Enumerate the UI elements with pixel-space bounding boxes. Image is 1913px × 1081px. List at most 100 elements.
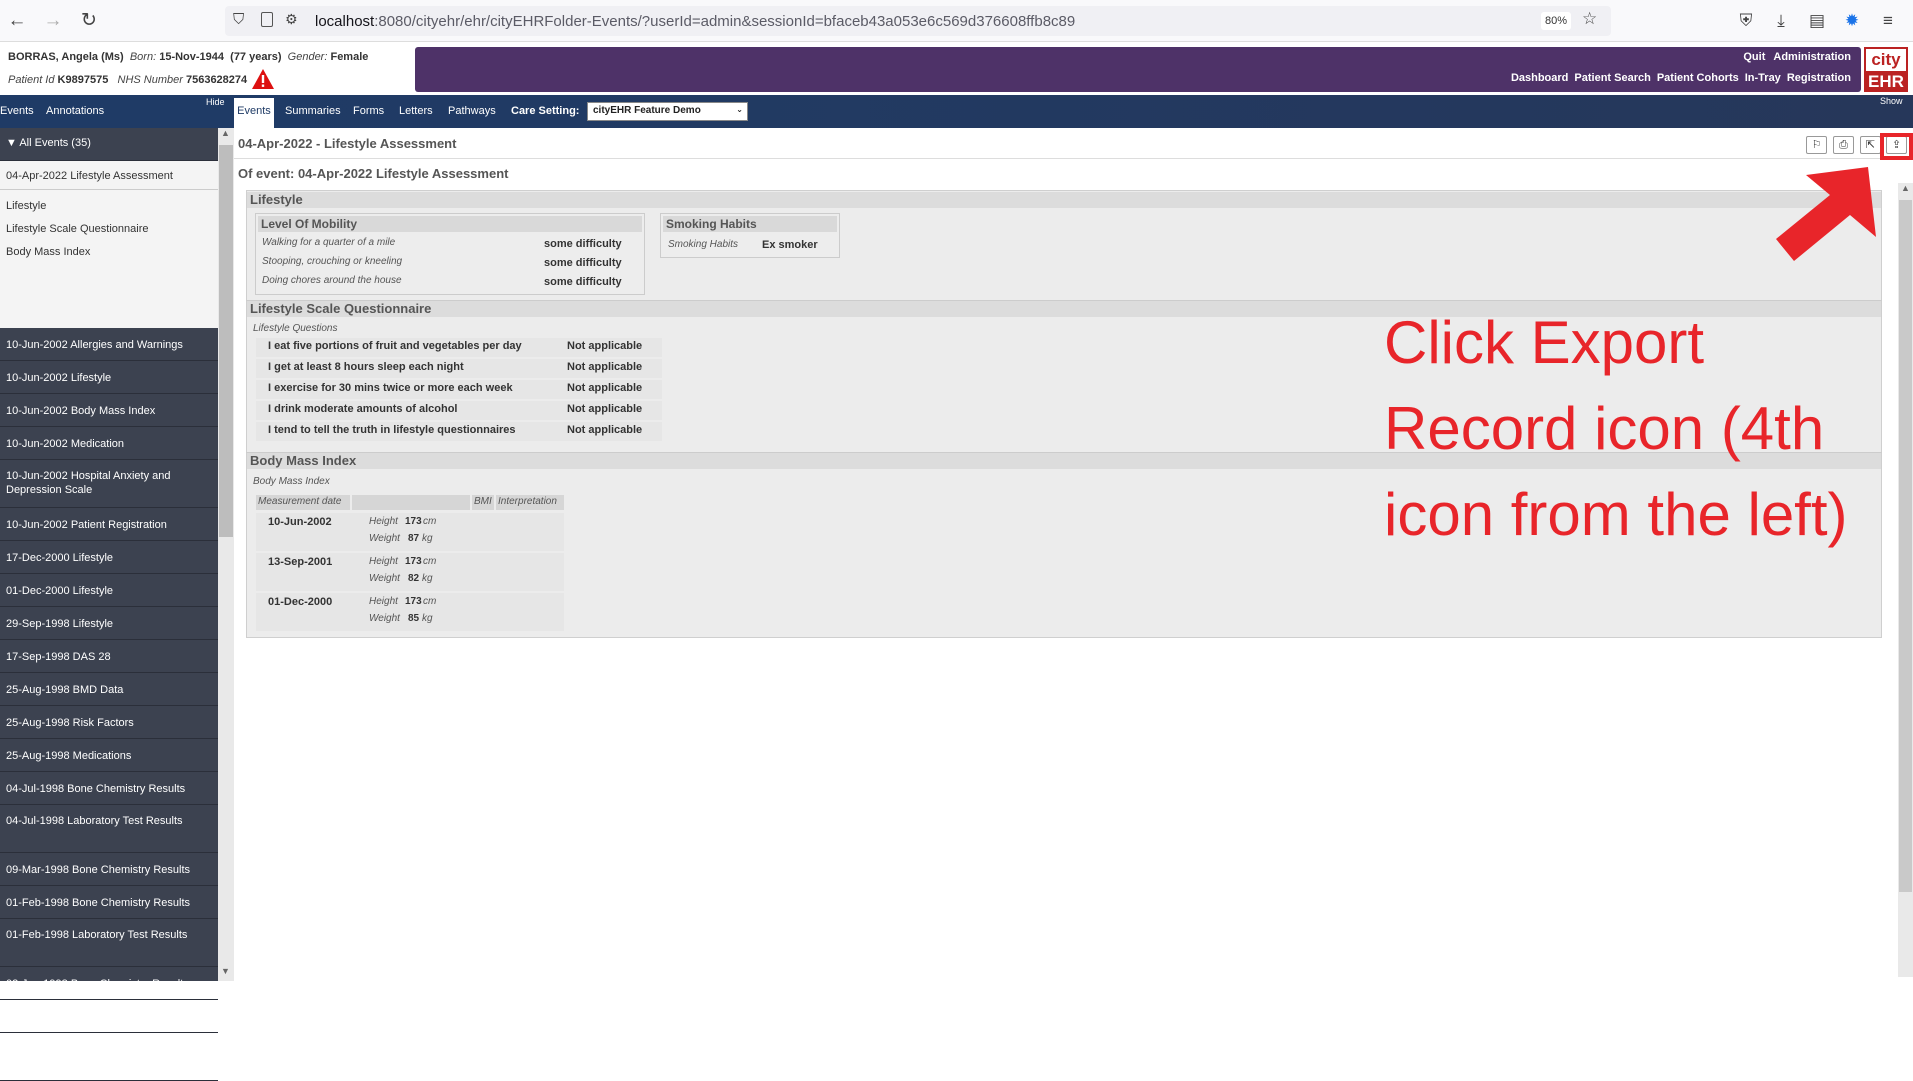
- print-icon[interactable]: ⎙: [1833, 136, 1854, 154]
- bmi-date: 13-Sep-2001: [268, 556, 333, 568]
- right-scrollbar-thumb[interactable]: [1899, 200, 1912, 892]
- care-setting-select[interactable]: cityEHR Feature Demo ⌄: [587, 102, 748, 121]
- patient-title: (Ms): [101, 51, 124, 63]
- event-list-item[interactable]: 10-Jun-2002 Lifestyle: [0, 361, 218, 394]
- scroll-down-icon[interactable]: ▼: [221, 966, 230, 976]
- left-scrollbar-thumb[interactable]: [219, 145, 233, 537]
- patient-search-link[interactable]: Patient Search: [1574, 72, 1650, 84]
- event-list-item[interactable]: 09-Mar-1998 Bone Chemistry Results: [0, 853, 218, 886]
- event-list-item[interactable]: 01-Dec-2000 Lifestyle: [0, 574, 218, 607]
- weight-value: 87: [408, 533, 420, 544]
- bookmark-star-icon[interactable]: ☆: [1582, 9, 1597, 29]
- nhs-label: NHS Number: [117, 74, 183, 86]
- event-list-item[interactable]: 10-Oct-1997 Bone Chemistry Results: [0, 1000, 218, 1033]
- reload-icon[interactable]: ↻: [77, 9, 101, 33]
- event-list-item[interactable]: 10-Jun-2002 Hospital Anxiety and Depress…: [0, 460, 218, 508]
- main-tabs-bar: Summaries Forms Letters Pathways Care Se…: [234, 95, 1913, 128]
- extension-icon[interactable]: ✹: [1841, 10, 1863, 32]
- sub-item-bmi[interactable]: Body Mass Index: [6, 246, 90, 258]
- height-unit: cm: [423, 556, 437, 567]
- answer-text: Not applicable: [567, 340, 643, 352]
- tab-summaries[interactable]: Summaries: [285, 105, 341, 117]
- nhs-number: 7563628274: [185, 74, 248, 86]
- mobility-label: Walking for a quarter of a mile: [262, 237, 396, 248]
- event-list-item[interactable]: 25-Aug-1998 BMD Data: [0, 673, 218, 706]
- warning-icon[interactable]: [251, 68, 275, 90]
- event-list-item[interactable]: 10-Jun-2002 Medication: [0, 427, 218, 460]
- event-list-item[interactable]: 04-Jul-1998 Bone Chemistry Results: [0, 772, 218, 805]
- all-events-toggle[interactable]: ▼ All Events (35): [0, 128, 218, 161]
- event-list-item[interactable]: 25-Aug-1998 Risk Factors: [0, 706, 218, 739]
- patient-age: (77 years): [230, 51, 282, 63]
- chevron-down-icon: ⌄: [736, 105, 743, 114]
- shield-icon[interactable]: ⛉: [233, 11, 244, 28]
- smoking-header: Smoking Habits: [663, 216, 837, 232]
- quit-link[interactable]: Quit: [1743, 51, 1765, 63]
- tab-events-left[interactable]: Events: [0, 105, 34, 117]
- event-list-item[interactable]: 29-Sep-1998 Lifestyle: [0, 607, 218, 640]
- mobility-header: Level Of Mobility: [258, 216, 642, 232]
- logo-city: city: [1871, 50, 1901, 69]
- weight-unit: kg: [422, 613, 433, 624]
- event-list-item[interactable]: 10-Jun-2002 Patient Registration: [0, 508, 218, 541]
- scroll-up-icon[interactable]: ▲: [221, 128, 230, 138]
- tab-pathways[interactable]: Pathways: [448, 105, 496, 117]
- administration-link[interactable]: Administration: [1773, 51, 1851, 63]
- sub-item-lifestyle[interactable]: Lifestyle: [6, 200, 46, 212]
- zoom-level[interactable]: 80%: [1541, 12, 1571, 30]
- permissions-icon[interactable]: ⚙: [285, 11, 298, 28]
- patient-cohorts-link[interactable]: Patient Cohorts: [1657, 72, 1739, 84]
- weight-value: 85: [408, 613, 420, 624]
- patient-name: BORRAS, Angela: [8, 51, 99, 63]
- event-list-item[interactable]: 02-Jan-1998 Bone Chemistry Results: [0, 967, 218, 1000]
- event-list-item[interactable]: 25-Aug-1998 Medications: [0, 739, 218, 772]
- download-icon[interactable]: ⤓: [1770, 10, 1792, 32]
- flag-icon[interactable]: ⚐: [1806, 136, 1827, 154]
- tab-letters[interactable]: Letters: [399, 105, 433, 117]
- event-list-item[interactable]: 17-Sep-1998 DAS 28: [0, 640, 218, 673]
- question-text: I tend to tell the truth in lifestyle qu…: [268, 424, 516, 436]
- share-icon[interactable]: ⇱: [1860, 136, 1881, 154]
- answer-text: Not applicable: [567, 424, 643, 436]
- patient-gender: Female: [330, 51, 369, 63]
- cityehr-logo: city EHR: [1864, 47, 1908, 92]
- sub-item-lifestyle-scale[interactable]: Lifestyle Scale Questionnaire: [6, 223, 148, 235]
- selected-event-item[interactable]: 04-Apr-2022 Lifestyle Assessment: [0, 161, 218, 190]
- registration-link[interactable]: Registration: [1787, 72, 1851, 84]
- event-list-item[interactable]: 10-Jun-2002 Allergies and Warnings: [0, 328, 218, 361]
- url-text[interactable]: localhost:8080/cityehr/ehr/cityEHRFolder…: [315, 13, 1075, 30]
- care-setting-label: Care Setting:: [511, 105, 580, 117]
- hide-link[interactable]: Hide: [206, 97, 225, 107]
- smoking-label: Smoking Habits: [668, 239, 739, 250]
- patient-id: K9897575: [57, 74, 109, 86]
- dashboard-link[interactable]: Dashboard: [1511, 72, 1568, 84]
- tab-events[interactable]: Events: [234, 98, 274, 128]
- tab-annotations[interactable]: Annotations: [46, 105, 104, 117]
- event-list-item[interactable]: 10-Jun-2002 Body Mass Index: [0, 394, 218, 427]
- page-icon[interactable]: [261, 12, 273, 27]
- in-tray-link[interactable]: In-Tray: [1745, 72, 1781, 84]
- menu-icon[interactable]: ≡: [1877, 10, 1899, 32]
- event-list-item[interactable]: 01-Feb-1998 Bone Chemistry Results: [0, 886, 218, 919]
- event-list-item[interactable]: 01-Feb-1998 Laboratory Test Results: [0, 919, 218, 967]
- event-list-item[interactable]: 04-Jul-1998 Laboratory Test Results: [0, 805, 218, 853]
- born-label: Born:: [129, 51, 157, 63]
- height-value: 173: [405, 556, 422, 567]
- event-list-item[interactable]: 10-May-1997 Laboratory Test Results: [0, 1033, 218, 1081]
- gender-label: Gender:: [287, 51, 328, 63]
- scroll-up-icon[interactable]: ▲: [1901, 183, 1910, 193]
- back-icon[interactable]: ←: [5, 9, 29, 33]
- lifestyle-header: Lifestyle: [247, 192, 1881, 208]
- bmi-date: 10-Jun-2002: [268, 516, 332, 528]
- reader-icon[interactable]: ▤: [1806, 10, 1828, 32]
- question-text: I get at least 8 hours sleep each night: [268, 361, 464, 373]
- event-list-item[interactable]: 17-Dec-2000 Lifestyle: [0, 541, 218, 574]
- mobility-value: some difficulty: [544, 257, 622, 269]
- forward-icon[interactable]: →: [41, 9, 65, 33]
- events-list: ▼ All Events (35) 04-Apr-2022 Lifestyle …: [0, 128, 218, 1081]
- pocket-icon[interactable]: ⛨: [1735, 10, 1757, 32]
- tab-forms[interactable]: Forms: [353, 105, 384, 117]
- show-link[interactable]: Show: [1880, 96, 1903, 106]
- divider: [234, 158, 1898, 159]
- address-bar[interactable]: ⛉ ⚙ localhost:8080/cityehr/ehr/cityEHRFo…: [225, 6, 1611, 36]
